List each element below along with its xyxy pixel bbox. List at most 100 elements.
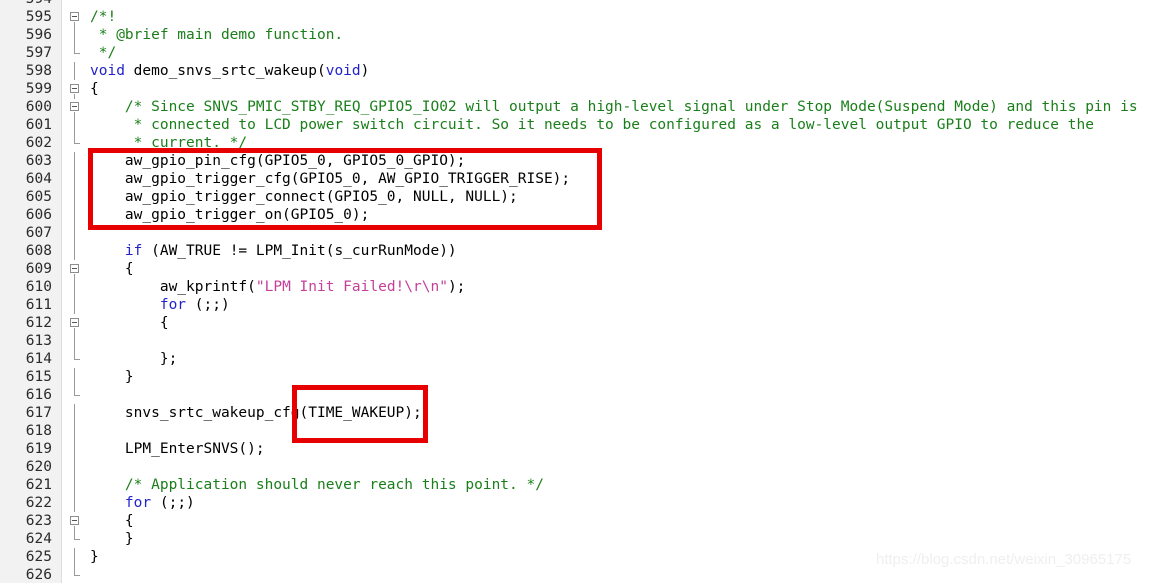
code-text[interactable]: /*!	[90, 8, 116, 26]
code-line[interactable]: 617 snvs_srtc_wakeup_cfg(TIME_WAKEUP);	[0, 404, 1156, 422]
code-token: }	[90, 531, 134, 547]
line-number: 608	[25, 243, 52, 259]
fold-connector-line	[74, 386, 75, 395]
line-number: 606	[25, 207, 52, 223]
code-token: }	[90, 369, 134, 385]
code-text[interactable]: * @brief main demo function.	[90, 26, 343, 44]
code-token: LPM_EnterSNVS();	[90, 441, 265, 457]
line-number: 601	[25, 117, 52, 133]
code-token: );	[447, 279, 466, 295]
code-token: /*!	[90, 9, 117, 25]
fold-end-marker	[74, 359, 80, 360]
code-line[interactable]: 596 * @brief main demo function.	[0, 26, 1156, 44]
code-line[interactable]: 601 * connected to LCD power switch circ…	[0, 116, 1156, 134]
code-line[interactable]: 616	[0, 386, 1156, 404]
code-line[interactable]: 609 {	[0, 260, 1156, 278]
fold-connector-line	[74, 404, 75, 422]
watermark-text: https://blog.csdn.net/weixin_30965175	[876, 551, 1132, 568]
code-text[interactable]: if (AW_TRUE != LPM_Init(s_curRunMode))	[90, 242, 457, 260]
fold-connector-line	[74, 224, 75, 242]
code-line[interactable]: 612 {	[0, 314, 1156, 332]
code-line[interactable]: 600 /* Since SNVS_PMIC_STBY_REQ_GPIO5_IO…	[0, 98, 1156, 116]
code-token: {	[90, 513, 134, 529]
code-token: )	[360, 63, 370, 79]
fold-connector-line	[74, 566, 75, 575]
line-number: 623	[25, 513, 52, 529]
code-text[interactable]: LPM_EnterSNVS();	[90, 440, 265, 458]
line-number: 605	[25, 189, 52, 205]
code-line[interactable]: 608 if (AW_TRUE != LPM_Init(s_curRunMode…	[0, 242, 1156, 260]
code-text[interactable]: {	[90, 314, 169, 332]
code-text[interactable]: }	[90, 548, 99, 566]
fold-connector-line	[74, 188, 75, 206]
line-number: 598	[25, 63, 52, 79]
code-line[interactable]: 615 }	[0, 368, 1156, 386]
code-line[interactable]: 598 void demo_snvs_srtc_wakeup(void)	[0, 62, 1156, 80]
code-text[interactable]: * connected to LCD power switch circuit.…	[90, 116, 1094, 134]
code-token: /* Application should never reach this p…	[90, 477, 544, 493]
code-token: * @brief main demo function.	[90, 27, 344, 43]
code-line[interactable]: 619 LPM_EnterSNVS();	[0, 440, 1156, 458]
code-token: }	[90, 549, 99, 565]
fold-end-marker	[74, 539, 80, 540]
fold-toggle-icon[interactable]	[70, 516, 79, 525]
annotation-rectangle	[292, 385, 428, 443]
code-line[interactable]: 595 /*!	[0, 8, 1156, 26]
code-token: demo_snvs_srtc_wakeup(	[124, 63, 326, 79]
line-number: 616	[25, 387, 52, 403]
fold-toggle-icon[interactable]	[70, 102, 79, 111]
fold-toggle-icon[interactable]	[70, 264, 79, 273]
fold-connector-line	[74, 350, 75, 359]
fold-connector-line	[74, 440, 75, 458]
fold-toggle-icon[interactable]	[70, 12, 79, 21]
code-line[interactable]: 626	[0, 566, 1156, 583]
line-number: 618	[25, 423, 52, 439]
code-token: /* Since SNVS_PMIC_STBY_REQ_GPIO5_IO02 w…	[90, 99, 1138, 115]
code-line[interactable]: 611 for (;;)	[0, 296, 1156, 314]
code-line[interactable]: 614 };	[0, 350, 1156, 368]
fold-connector-line	[74, 476, 75, 494]
code-text[interactable]: {	[90, 260, 134, 278]
code-text[interactable]: for (;;)	[90, 296, 230, 314]
code-token: {	[90, 261, 134, 277]
line-number: 613	[25, 333, 52, 349]
code-text[interactable]: for (;;)	[90, 494, 195, 512]
code-line[interactable]: 623 {	[0, 512, 1156, 530]
line-number: 603	[25, 153, 52, 169]
code-text[interactable]: aw_kprintf("LPM Init Failed!\r\n");	[90, 278, 466, 296]
code-line[interactable]: 599 {	[0, 80, 1156, 98]
code-line[interactable]: 597 */	[0, 44, 1156, 62]
code-line[interactable]: 613	[0, 332, 1156, 350]
code-text[interactable]: /* Application should never reach this p…	[90, 476, 544, 494]
code-text[interactable]: };	[90, 350, 177, 368]
code-token: */	[90, 45, 117, 61]
code-text[interactable]: /* Since SNVS_PMIC_STBY_REQ_GPIO5_IO02 w…	[90, 98, 1138, 116]
code-line[interactable]: 618	[0, 422, 1156, 440]
fold-connector-line	[74, 368, 75, 386]
fold-toggle-icon[interactable]	[70, 84, 79, 93]
line-number: 596	[25, 27, 52, 43]
code-text[interactable]: {	[90, 80, 99, 98]
code-text[interactable]: }	[90, 368, 134, 386]
code-token: {	[90, 315, 169, 331]
code-text[interactable]: */	[90, 44, 116, 62]
fold-connector-line	[74, 332, 75, 350]
code-line[interactable]: 621 /* Application should never reach th…	[0, 476, 1156, 494]
annotation-rectangle	[88, 148, 602, 230]
fold-connector-line	[74, 44, 75, 53]
code-text[interactable]: void demo_snvs_srtc_wakeup(void)	[90, 62, 369, 80]
code-line[interactable]: 620	[0, 458, 1156, 476]
fold-toggle-icon[interactable]	[70, 318, 79, 327]
code-text[interactable]: {	[90, 512, 134, 530]
line-number: 615	[25, 369, 52, 385]
code-line[interactable]: 624 }	[0, 530, 1156, 548]
code-line[interactable]: 622 for (;;)	[0, 494, 1156, 512]
fold-connector-line	[74, 494, 75, 512]
code-token: if	[124, 243, 143, 259]
line-number: 607	[25, 225, 52, 241]
code-line[interactable]: 610 aw_kprintf("LPM Init Failed!\r\n");	[0, 278, 1156, 296]
code-text[interactable]: }	[90, 530, 134, 548]
code-token: * connected to LCD power switch circuit.…	[90, 117, 1094, 133]
line-number: 620	[25, 459, 52, 475]
